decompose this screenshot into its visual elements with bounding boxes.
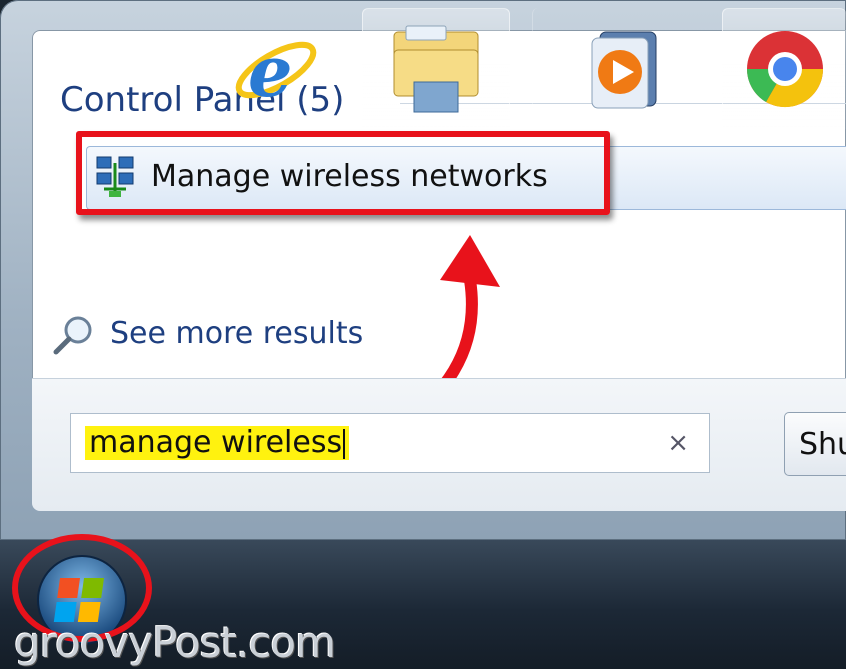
ie-icon: e [235, 30, 317, 113]
see-more-label: See more results [110, 316, 364, 351]
svg-text:e: e [248, 30, 293, 113]
clear-search-icon[interactable]: × [667, 426, 689, 460]
watermark: groovyPost.com [14, 618, 336, 667]
magnifier-icon [53, 316, 92, 355]
taskbar-chrome[interactable] [722, 8, 846, 129]
media-player-icon [591, 31, 656, 108]
search-query: manage wireless [85, 426, 350, 460]
shutdown-label: Shut down [799, 427, 846, 462]
taskbar-ie[interactable]: e [200, 8, 350, 129]
taskbar-explorer[interactable] [362, 8, 510, 129]
shutdown-button[interactable]: Shut down [784, 412, 846, 476]
chrome-icon [746, 31, 823, 108]
taskbar-media-player[interactable] [532, 8, 712, 129]
search-input[interactable]: manage wireless × [70, 413, 710, 473]
folder-icon [393, 25, 479, 113]
highlight-annotation [76, 131, 610, 215]
